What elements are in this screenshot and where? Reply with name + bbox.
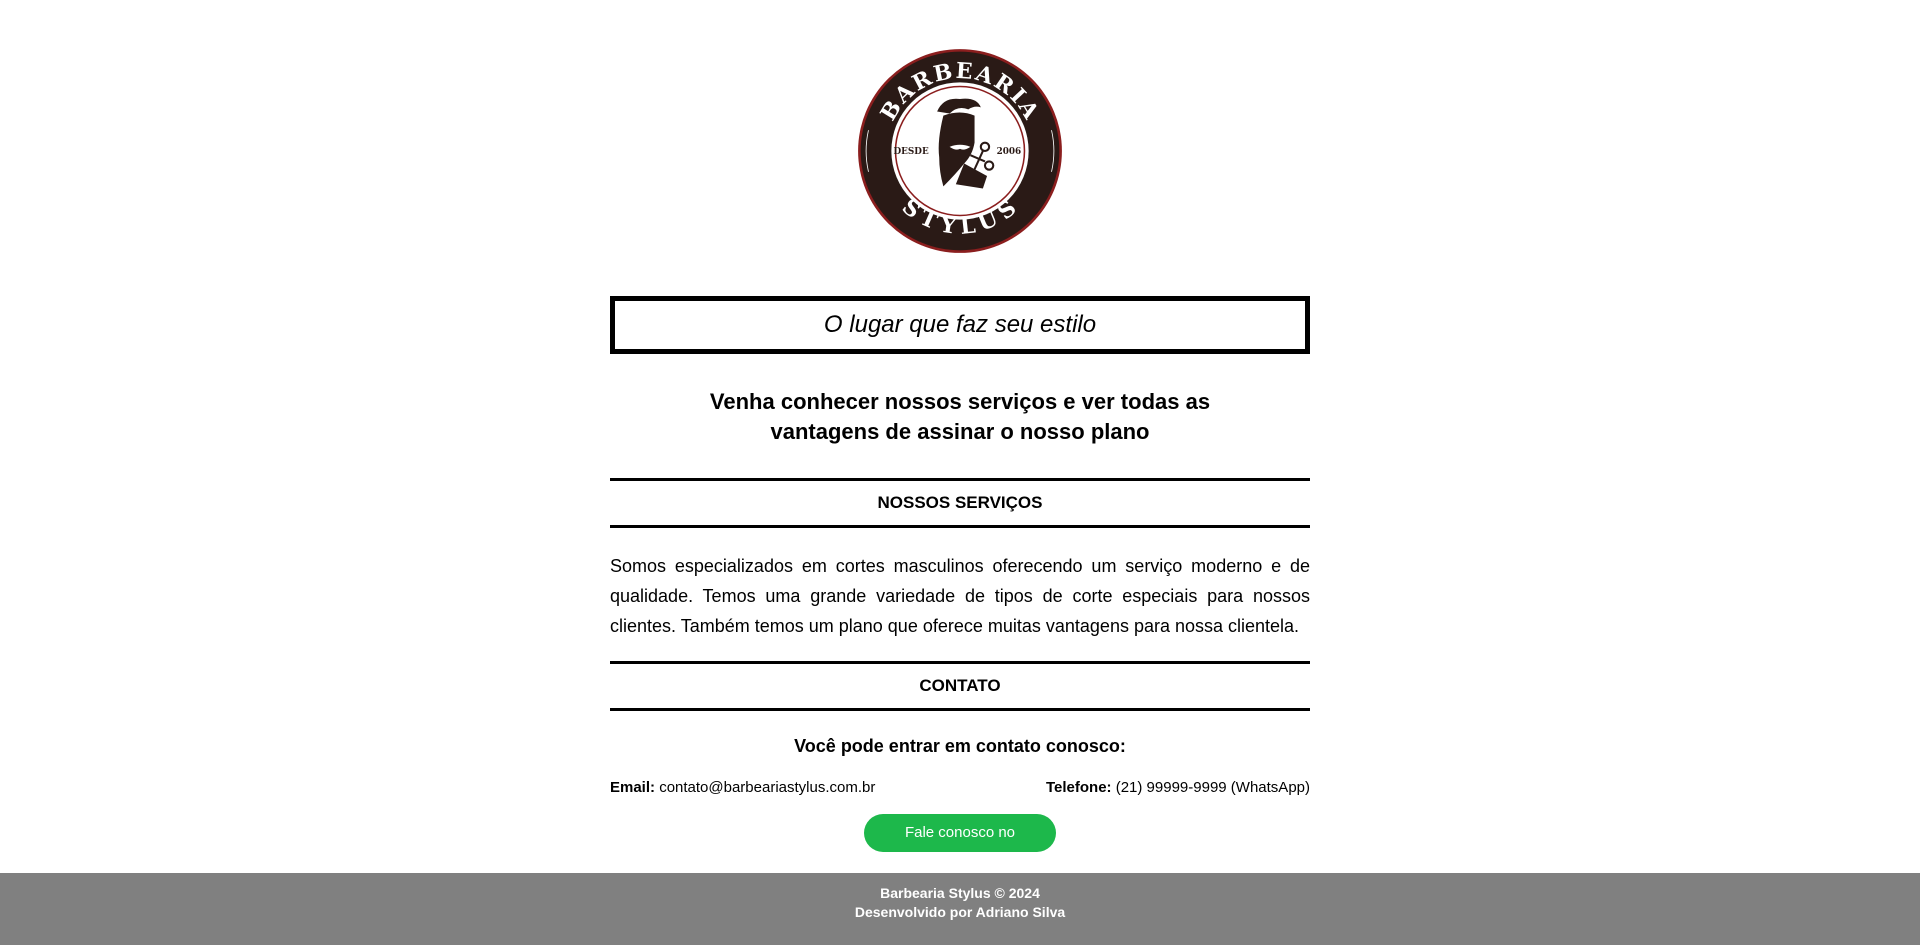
contact-details: Email: contato@barbeariastylus.com.br Te…	[610, 779, 1310, 796]
contact-lead: Você pode entrar em contato conosco:	[794, 736, 1126, 756]
phone-label: Telefone:	[1045, 779, 1112, 796]
phone-value: (21) 99999-9999 (WhatsApp)	[1115, 779, 1310, 796]
services-heading: NOSSOS SERVIÇOS	[877, 493, 1043, 512]
email-value: contato@barbeariastylus.com.br	[659, 779, 876, 796]
footer-credit: Desenvolvido por Adriano Silva	[854, 904, 1066, 920]
page-container: BARBEARIA STYLUS DESDE 2006 O lugar que …	[610, 0, 1310, 880]
intro-heading: Venha conhecer nossos serviços e ver tod…	[610, 387, 1310, 447]
contact-heading: CONTATO	[919, 676, 1001, 695]
services-section-header: NOSSOS SERVIÇOS	[610, 478, 1310, 528]
intro-line-2: vantagens de assinar o nosso plano	[770, 419, 1150, 444]
intro-line-1: Venha conhecer nossos serviços e ver tod…	[709, 389, 1211, 414]
whatsapp-button-wrap: Fale conosco no WhatsApp	[610, 814, 1310, 880]
phone-info: Telefone: (21) 99999-9999 (WhatsApp)	[1046, 779, 1310, 796]
footer: Barbearia Stylus © 2024 Desenvolvido por…	[0, 873, 1920, 945]
logo: BARBEARIA STYLUS DESDE 2006	[610, 0, 1310, 257]
logo-left-text: DESDE	[894, 147, 929, 157]
services-description: Somos especializados em cortes masculino…	[610, 556, 1310, 636]
tagline-box: O lugar que faz seu estilo	[610, 296, 1310, 354]
tagline-text: O lugar que faz seu estilo	[823, 311, 1097, 338]
email-label: Email:	[610, 779, 656, 796]
footer-copyright: Barbearia Stylus © 2024	[880, 885, 1040, 901]
whatsapp-button[interactable]: Fale conosco no WhatsApp	[864, 814, 1056, 879]
contact-section-header: CONTATO	[610, 661, 1310, 711]
logo-right-text: 2006	[997, 147, 1022, 157]
barbearia-logo-icon: BARBEARIA STYLUS DESDE 2006	[858, 49, 1062, 253]
email-info: Email: contato@barbeariastylus.com.br	[610, 779, 875, 796]
